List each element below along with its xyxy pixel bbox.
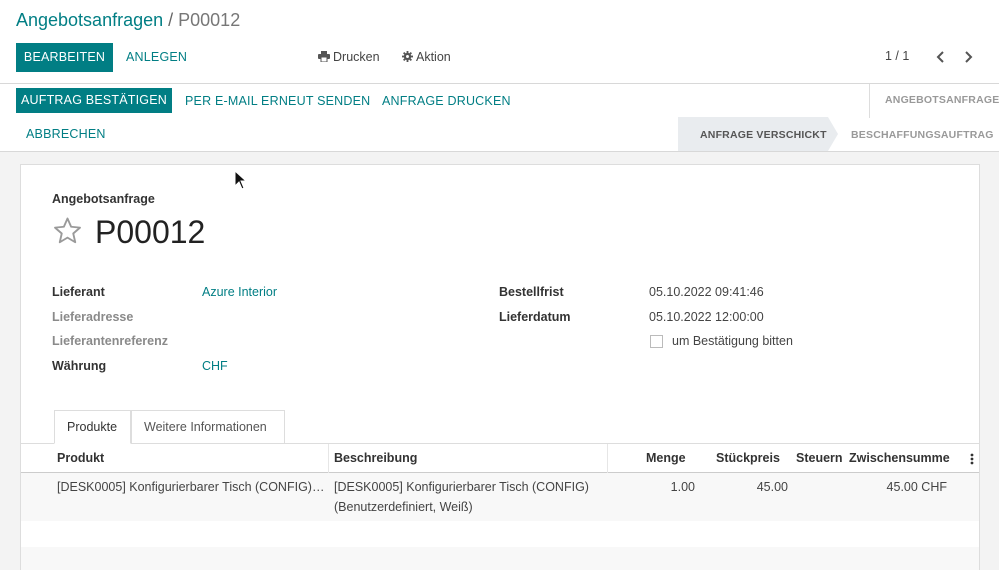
stage-rfq[interactable]: Angebotsanfrage bbox=[885, 94, 999, 106]
ask-confirmation-checkbox[interactable] bbox=[650, 335, 663, 348]
stage-divider bbox=[869, 84, 870, 118]
cancel-button[interactable]: Abbrechen bbox=[26, 127, 106, 141]
row-description-line2: (Benutzerdefiniert, Weiß) bbox=[334, 500, 473, 514]
tab-other-info[interactable]: Weitere Informationen bbox=[131, 410, 285, 444]
resend-email-button[interactable]: Per E-Mail erneut senden bbox=[185, 94, 370, 108]
order-deadline-label: Bestellfrist bbox=[499, 285, 564, 299]
mouse-cursor-icon bbox=[234, 170, 248, 190]
vendor-label: Lieferant bbox=[52, 285, 105, 299]
breadcrumb-current: P00012 bbox=[178, 10, 241, 30]
order-deadline-value: 05.10.2022 09:41:46 bbox=[649, 285, 764, 299]
ask-confirmation-label: um Bestätigung bitten bbox=[672, 334, 793, 348]
print-icon bbox=[318, 51, 330, 63]
status-bar: Auftrag bestätigen Per E-Mail erneut sen… bbox=[0, 84, 999, 152]
column-taxes[interactable]: Steuern bbox=[796, 451, 843, 465]
row-unit-price: 45.00 bbox=[756, 480, 788, 494]
column-options-icon[interactable] bbox=[970, 452, 974, 466]
table-empty-row bbox=[21, 521, 979, 547]
stage-purchase-order[interactable]: Beschaffungsauftrag bbox=[851, 129, 994, 141]
order-lines-header: Produkt Beschreibung Menge Stückpreis St… bbox=[21, 444, 979, 473]
print-dropdown[interactable]: Drucken bbox=[318, 50, 380, 64]
create-button[interactable]: Anlegen bbox=[126, 50, 187, 64]
column-separator bbox=[607, 444, 608, 473]
column-description[interactable]: Beschreibung bbox=[334, 451, 417, 465]
vendor-reference-label: Lieferantenreferenz bbox=[52, 334, 169, 348]
receipt-date-label: Lieferdatum bbox=[499, 310, 571, 324]
breadcrumb-separator: / bbox=[168, 10, 174, 30]
print-rfq-button[interactable]: Anfrage drucken bbox=[382, 94, 511, 108]
row-description-line1: [DESK0005] Konfigurierbarer Tisch (CONFI… bbox=[334, 480, 589, 494]
row-product: [DESK0005] Konfigurierbarer Tisch (CONFI… bbox=[57, 480, 325, 494]
chevron-right-icon[interactable] bbox=[961, 49, 975, 65]
vendor-link[interactable]: Azure Interior bbox=[202, 285, 277, 299]
print-label: Drucken bbox=[333, 50, 380, 64]
confirm-order-button[interactable]: Auftrag bestätigen bbox=[16, 88, 172, 113]
receipt-date-value: 05.10.2022 12:00:00 bbox=[649, 310, 764, 324]
control-panel: Angebotsanfragen / P00012 Bearbeiten Anleg… bbox=[0, 0, 999, 84]
currency-label: Währung bbox=[52, 359, 107, 373]
star-icon[interactable] bbox=[52, 216, 83, 246]
edit-button[interactable]: Bearbeiten bbox=[16, 43, 113, 72]
document-type-label: Angebotsanfrage bbox=[52, 192, 155, 206]
currency-link[interactable]: CHF bbox=[202, 359, 228, 373]
breadcrumb: Angebotsanfragen / P00012 bbox=[16, 10, 240, 31]
column-unit-price[interactable]: Stückpreis bbox=[716, 451, 780, 465]
pager-value[interactable]: 1 / 1 bbox=[885, 49, 909, 63]
breadcrumb-parent-link[interactable]: Angebotsanfragen bbox=[16, 10, 163, 30]
action-dropdown[interactable]: Aktion bbox=[402, 50, 451, 64]
column-subtotal[interactable]: Zwischensumme bbox=[849, 451, 950, 465]
table-empty-row bbox=[21, 547, 979, 570]
gear-icon bbox=[402, 51, 413, 62]
form-sheet: Angebotsanfrage P00012 Lieferant Azure I… bbox=[20, 164, 980, 570]
table-row[interactable]: [DESK0005] Konfigurierbarer Tisch (CONFI… bbox=[21, 473, 979, 521]
column-product[interactable]: Produkt bbox=[57, 451, 104, 465]
row-quantity: 1.00 bbox=[670, 480, 695, 494]
column-separator bbox=[328, 444, 329, 473]
row-subtotal: 45.00 CHF bbox=[886, 480, 947, 494]
action-label: Aktion bbox=[416, 50, 451, 64]
column-quantity[interactable]: Menge bbox=[646, 451, 686, 465]
stage-rfq-sent[interactable]: Anfrage verschickt bbox=[700, 129, 827, 141]
record-name: P00012 bbox=[95, 214, 206, 250]
delivery-address-label: Lieferadresse bbox=[52, 310, 134, 324]
chevron-left-icon[interactable] bbox=[934, 49, 948, 65]
tab-products[interactable]: Produkte bbox=[54, 410, 131, 444]
